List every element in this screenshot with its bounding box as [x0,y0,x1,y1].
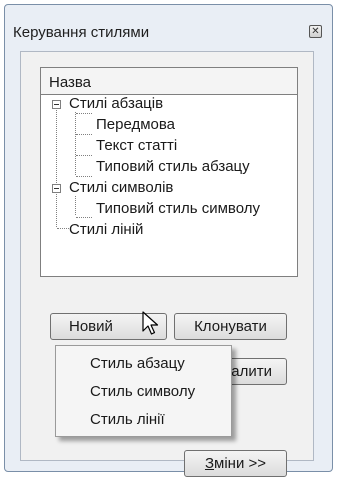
changes-button[interactable]: Зміни >> [184,450,287,477]
collapse-toggle-icon[interactable] [52,100,61,109]
close-icon[interactable]: ✕ [309,25,322,38]
tree-item-default-character-style[interactable]: Типовий стиль символу [96,198,260,219]
new-button-label: Новий [69,318,113,335]
title-bar: Керування стилями ✕ [5,5,332,57]
mouse-cursor-icon [142,311,159,335]
tree-line [75,112,76,175]
menu-item-character-style[interactable]: Стиль символу [56,378,231,406]
menu-item-line-style[interactable]: Стиль лінії [56,406,231,434]
menu-item-paragraph-style[interactable]: Стиль абзацу [56,350,231,378]
tree-item-default-paragraph-style[interactable]: Типовий стиль абзацу [96,156,250,177]
changes-accelerator: З [204,455,215,472]
tree-item-preface[interactable]: Передмова [96,114,175,135]
tree-group-line-styles[interactable]: Стилі ліній [69,219,143,240]
style-manager-dialog: Керування стилями ✕ Назва Стилі абзаців … [4,4,333,477]
tree-line [75,196,76,215]
collapse-toggle-icon[interactable] [52,184,61,193]
tree-group-paragraph-styles[interactable]: Стилі абзаців [69,93,163,114]
tree-line [76,155,92,156]
dialog-title: Керування стилями [13,24,150,41]
styles-tree[interactable]: Назва Стилі абзаців Передмова Текст стат… [40,67,298,277]
column-header-name[interactable]: Назва [41,68,297,95]
changes-label: міни >> [214,455,267,472]
clone-button[interactable]: Клонувати [174,313,287,340]
tree-group-character-styles[interactable]: Стилі символів [69,177,173,198]
tree-line [56,110,57,227]
tree-line [76,217,92,218]
new-style-dropdown-menu: Стиль абзацу Стиль символу Стиль лінії [55,345,232,437]
tree-item-article-text[interactable]: Текст статті [96,135,177,156]
tree-line [57,228,69,229]
tree-line [76,134,92,135]
